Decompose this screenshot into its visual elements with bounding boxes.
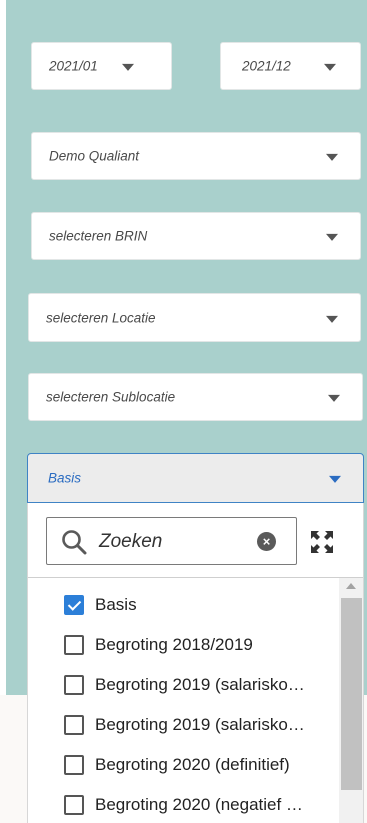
location-select[interactable]: selecteren Locatie — [28, 293, 361, 342]
list-item[interactable]: Begroting 2018/2019 — [64, 630, 253, 660]
list-item[interactable]: Begroting 2020 (definitief) — [64, 750, 290, 780]
option-label: Begroting 2020 (negatief … — [95, 795, 303, 814]
option-label: Begroting 2018/2019 — [95, 635, 253, 654]
chevron-down-icon — [326, 233, 338, 241]
scrollbar[interactable] — [339, 578, 363, 823]
option-list: Basis Begroting 2018/2019 Begroting 2019… — [28, 578, 338, 823]
checkbox-icon[interactable] — [64, 675, 84, 695]
list-item[interactable]: Begroting 2019 (salarisko… — [64, 670, 305, 700]
scenario-value: Basis — [48, 470, 82, 486]
search-input[interactable]: Zoeken × — [46, 517, 297, 565]
chevron-down-icon — [326, 315, 338, 323]
option-label: Basis — [95, 595, 137, 614]
checkbox-icon[interactable] — [64, 755, 84, 775]
scrollbar-thumb[interactable] — [341, 598, 362, 790]
checkbox-icon[interactable] — [64, 715, 84, 735]
period-to-value: 2021/12 — [242, 58, 291, 74]
scenario-select[interactable]: Basis — [27, 453, 364, 503]
list-item[interactable]: Begroting 2019 (salarisko… — [64, 710, 305, 740]
chevron-down-icon — [326, 153, 338, 161]
brin-placeholder: selecteren BRIN — [49, 228, 148, 244]
scenario-dropdown: Zoeken × Basis Begroting 2018/2019 Begro… — [27, 503, 364, 823]
checkbox-icon[interactable] — [64, 795, 84, 815]
checkbox-checked-icon[interactable] — [64, 595, 84, 615]
list-item[interactable]: Begroting 2020 (negatief … — [64, 790, 303, 820]
period-from-value: 2021/01 — [49, 58, 98, 74]
chevron-down-icon — [324, 63, 336, 71]
chevron-down-icon — [122, 63, 134, 71]
search-placeholder: Zoeken — [99, 531, 163, 552]
chevron-down-icon — [329, 475, 341, 483]
chevron-down-icon — [328, 394, 340, 402]
scroll-up-icon[interactable] — [346, 583, 356, 589]
expand-icon[interactable] — [307, 527, 337, 557]
list-item[interactable]: Basis — [64, 590, 137, 620]
clear-icon[interactable]: × — [257, 532, 276, 551]
sublocation-select[interactable]: selecteren Sublocatie — [28, 373, 363, 421]
checkbox-icon[interactable] — [64, 635, 84, 655]
location-placeholder: selecteren Locatie — [46, 310, 156, 325]
option-label: Begroting 2019 (salarisko… — [95, 715, 305, 734]
sublocation-placeholder: selecteren Sublocatie — [46, 389, 176, 405]
search-icon — [62, 530, 87, 555]
organisation-select[interactable]: Demo Qualiant — [31, 132, 361, 180]
organisation-value: Demo Qualiant — [49, 148, 140, 164]
option-label: Begroting 2020 (definitief) — [95, 755, 290, 774]
period-to-select[interactable]: 2021/12 — [220, 42, 361, 90]
period-from-select[interactable]: 2021/01 — [31, 42, 172, 90]
option-label: Begroting 2019 (salarisko… — [95, 675, 305, 694]
brin-select[interactable]: selecteren BRIN — [31, 212, 361, 260]
